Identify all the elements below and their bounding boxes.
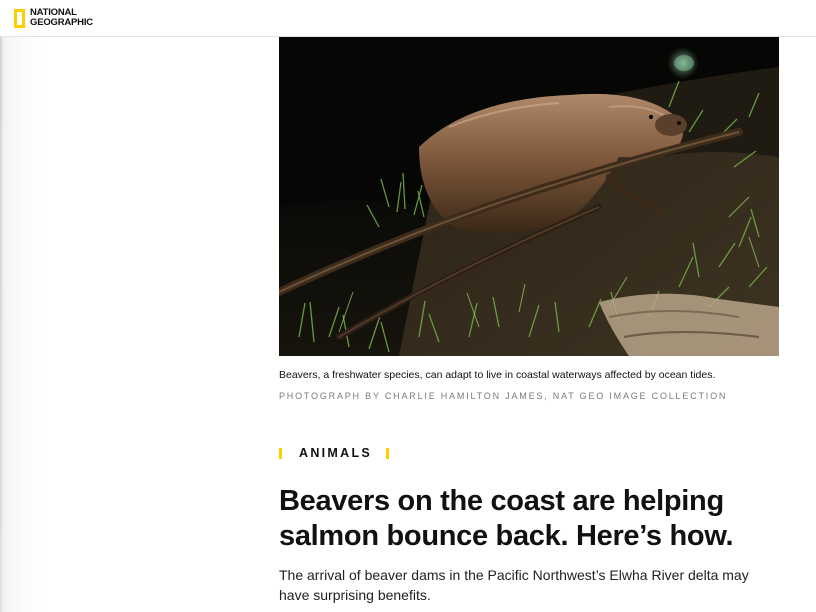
article-dek: The arrival of beaver dams in the Pacifi… bbox=[279, 567, 749, 603]
section-label: ANIMALS bbox=[279, 445, 390, 461]
article-page: NATIONAL GEOGRAPHIC Beavers, a freshwate… bbox=[0, 0, 816, 612]
beaver-photo-illustration bbox=[279, 37, 779, 356]
photo-caption: Beavers, a freshwater species, can adapt… bbox=[279, 369, 716, 381]
hero-photo bbox=[279, 37, 779, 356]
article-headline: Beavers on the coast are helping salmon … bbox=[279, 485, 734, 552]
window-edge bbox=[0, 0, 2, 612]
section-bar-right bbox=[386, 447, 390, 459]
logo-line-2: GEOGRAPHIC bbox=[30, 17, 93, 28]
page-left-shadow bbox=[0, 0, 44, 612]
logo-wordmark: NATIONAL GEOGRAPHIC bbox=[30, 8, 93, 28]
natgeo-logo[interactable]: NATIONAL GEOGRAPHIC bbox=[14, 6, 93, 30]
site-header: NATIONAL GEOGRAPHIC bbox=[0, 0, 816, 37]
section-link-animals[interactable]: ANIMALS bbox=[299, 446, 372, 460]
photo-credit: PHOTOGRAPH BY CHARLIE HAMILTON JAMES, NA… bbox=[279, 391, 728, 401]
yellow-frame-icon bbox=[14, 8, 25, 28]
section-bar-left bbox=[279, 447, 282, 459]
